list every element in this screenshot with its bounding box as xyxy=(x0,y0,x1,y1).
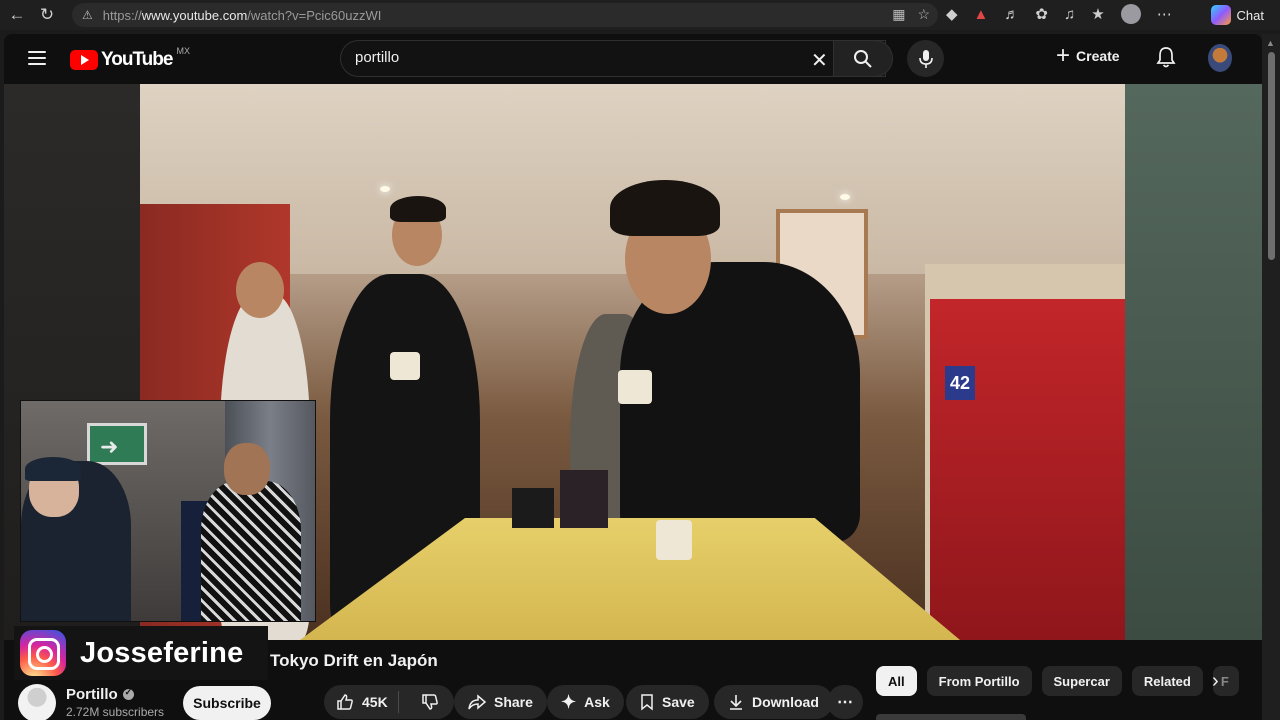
subscriber-count: 2.72M subscribers xyxy=(66,705,165,719)
sparkle-icon: ✦ xyxy=(561,691,577,712)
thumbs-down-icon xyxy=(422,694,439,710)
scene-light xyxy=(840,194,850,200)
instagram-icon xyxy=(20,630,66,676)
instagram-handle: Josseferine xyxy=(80,636,244,669)
arrow-right-icon: ➜ xyxy=(100,434,119,459)
scrollbar-thumb[interactable] xyxy=(1268,52,1275,260)
save-label: Save xyxy=(662,694,695,710)
search-button[interactable] xyxy=(833,40,893,77)
share-label: Share xyxy=(494,694,533,710)
subscribe-button[interactable]: Subscribe xyxy=(183,686,271,720)
channel-name[interactable]: Portillo xyxy=(66,686,134,703)
read-aloud-icon[interactable]: ♬ xyxy=(1004,6,1019,23)
webcam-person-right-head xyxy=(224,443,270,495)
bell-icon xyxy=(1156,47,1176,68)
more-horizontal-icon: ⋯ xyxy=(837,694,853,711)
extension-diamond-icon[interactable]: ◆ xyxy=(946,5,958,23)
scene-red-booth-right xyxy=(930,299,1125,640)
settings-more-icon[interactable]: ⋯ xyxy=(1157,5,1172,23)
webcam-cap xyxy=(25,457,81,481)
channel-name-text: Portillo xyxy=(66,686,118,703)
exit-sign: ➜ xyxy=(87,423,147,465)
dislike-button[interactable] xyxy=(407,693,454,711)
chevron-right-icon[interactable]: › xyxy=(1212,670,1219,693)
scene-box xyxy=(512,488,554,528)
youtube-page: YouTube MX ✕ + Create xyxy=(4,34,1262,720)
url-text: https://www.youtube.com/watch?v=Pcic60uz… xyxy=(102,7,382,23)
country-code: MX xyxy=(176,46,190,56)
scene-cup xyxy=(656,520,692,560)
chip-related[interactable]: Related xyxy=(1131,666,1203,696)
like-count: 45K xyxy=(362,694,388,710)
video-ambient-right xyxy=(1125,84,1262,640)
like-dislike-group: 45K xyxy=(324,685,454,719)
chip-all[interactable]: All xyxy=(876,666,917,696)
save-button[interactable]: Save xyxy=(626,685,709,719)
streamer-webcam-overlay: ➜ xyxy=(20,400,316,622)
thumbs-up-icon xyxy=(337,694,353,710)
notifications-button[interactable] xyxy=(1156,46,1176,73)
chip-supercar[interactable]: Supercar xyxy=(1041,666,1122,696)
masthead: YouTube MX ✕ + Create xyxy=(4,34,1262,84)
share-icon xyxy=(468,694,486,710)
menu-icon[interactable] xyxy=(28,51,46,65)
recommended-thumbnail[interactable] xyxy=(876,714,1026,720)
scene-cup xyxy=(618,370,652,404)
site-info-icon[interactable]: ⚠ xyxy=(82,8,93,22)
webcam-person-right xyxy=(201,481,301,621)
video-player[interactable]: 42 ➜ xyxy=(4,84,1262,640)
recommendation-chips: All From Portillo Supercar Related F xyxy=(876,666,1239,696)
download-label: Download xyxy=(752,694,819,710)
favorites-icon[interactable]: ★ xyxy=(1091,5,1104,23)
share-button[interactable]: Share xyxy=(454,685,547,719)
create-button[interactable]: + Create xyxy=(1056,42,1120,69)
logo-wordmark: YouTube xyxy=(101,49,173,70)
voice-search-button[interactable] xyxy=(907,40,944,77)
youtube-play-icon xyxy=(70,50,98,70)
app-available-icon[interactable]: ▦ xyxy=(892,6,905,23)
more-actions-button[interactable]: ⋯ xyxy=(827,685,863,719)
extensions-puzzle-icon[interactable]: ✿ xyxy=(1035,5,1048,23)
microphone-icon xyxy=(918,49,933,68)
plus-icon: + xyxy=(1056,42,1071,69)
scene-box xyxy=(560,470,608,528)
ask-button[interactable]: ✦ Ask xyxy=(547,685,624,719)
scroll-up-icon[interactable]: ▲ xyxy=(1266,38,1275,48)
search-icon xyxy=(854,49,872,68)
copilot-label: Chat xyxy=(1236,7,1264,23)
page-scrollbar[interactable]: ▲ xyxy=(1262,34,1280,720)
instagram-overlay-tag: Josseferine xyxy=(14,626,268,680)
scene-person-hair xyxy=(390,196,446,222)
like-button[interactable]: 45K xyxy=(324,691,399,713)
scene-person-hair xyxy=(610,180,720,236)
ask-label: Ask xyxy=(584,694,610,710)
chip-from-portillo[interactable]: From Portillo xyxy=(926,666,1032,696)
browser-toolbar: ← ↻ ⚠ https://www.youtube.com/watch?v=Pc… xyxy=(0,0,1280,30)
search-input[interactable] xyxy=(355,49,795,66)
download-button[interactable]: Download xyxy=(714,685,833,719)
profile-avatar-icon[interactable] xyxy=(1120,4,1141,24)
address-bar[interactable]: ⚠ https://www.youtube.com/watch?v=Pcic60… xyxy=(72,3,938,27)
reload-icon[interactable]: ↻ xyxy=(34,2,60,28)
bookmark-icon xyxy=(641,694,653,711)
extension-shield-icon[interactable]: ▲ xyxy=(974,6,989,23)
account-avatar[interactable] xyxy=(1208,44,1232,72)
scene-person-head xyxy=(236,262,284,318)
booth-number-sign: 42 xyxy=(945,366,975,400)
browser-essentials-icon[interactable]: ♫ xyxy=(1064,6,1075,23)
download-icon xyxy=(730,695,742,710)
channel-avatar[interactable] xyxy=(18,684,56,720)
search-box[interactable]: ✕ xyxy=(340,40,886,77)
back-arrow-icon[interactable]: ← xyxy=(4,2,30,28)
favorite-star-icon[interactable]: ☆ xyxy=(917,6,930,23)
youtube-logo[interactable]: YouTube MX xyxy=(70,46,190,71)
copilot-chat-button[interactable]: Chat xyxy=(1210,5,1264,25)
verified-badge-icon xyxy=(122,687,134,700)
video-title: Tokyo Drift en Japón xyxy=(270,651,438,670)
scene-light xyxy=(380,186,390,192)
scene-cup xyxy=(390,352,420,380)
clear-search-icon[interactable]: ✕ xyxy=(811,48,828,73)
copilot-icon xyxy=(1210,5,1231,25)
create-label: Create xyxy=(1076,48,1120,64)
